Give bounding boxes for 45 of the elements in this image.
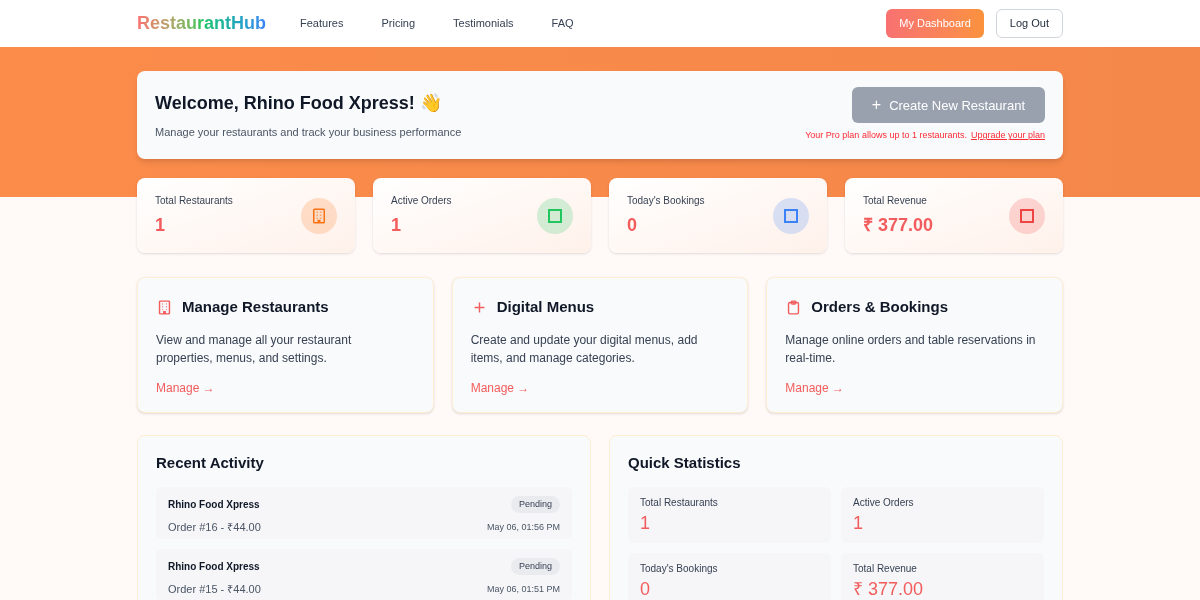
stat-value: ₹ 377.00 bbox=[853, 577, 925, 600]
order-time: May 06, 01:51 PM bbox=[486, 582, 560, 596]
activity-item[interactable]: Rhino Food Xpress Pending Order #15 - ₹44.00 May 06, 01:51 PM bbox=[156, 548, 572, 600]
upgrade-link[interactable]: Upgrade your plan bbox=[970, 129, 1045, 143]
building-icon bbox=[156, 298, 173, 316]
order-detail: Order #16 - ₹44.00 bbox=[168, 520, 261, 535]
stat-value: 0 bbox=[627, 213, 638, 237]
stat-value: 1 bbox=[391, 213, 402, 237]
restaurant-name: Rhino Food Xpress bbox=[168, 559, 260, 574]
stat-value: 1 bbox=[640, 511, 651, 535]
stat-label: Active Orders bbox=[391, 193, 452, 208]
nav-link[interactable]: Features bbox=[300, 15, 344, 32]
feature-description: View and manage all your restaurant properties, menus, and settings. bbox=[156, 331, 353, 367]
nav-link[interactable]: FAQ bbox=[551, 15, 574, 32]
stat-label: Total Restaurants bbox=[155, 193, 233, 208]
stat-label: Today's Bookings bbox=[627, 193, 705, 208]
order-detail: Order #15 - ₹44.00 bbox=[168, 582, 261, 597]
feature-title: Orders & Bookings bbox=[811, 297, 949, 317]
status-badge: Pending bbox=[510, 495, 560, 513]
stat-label: Total Revenue bbox=[853, 561, 918, 576]
stat-label: Today's Bookings bbox=[640, 561, 719, 576]
plus-icon: + bbox=[871, 97, 882, 114]
restaurant-name: Rhino Food Xpress bbox=[168, 497, 260, 512]
status-badge: Pending bbox=[510, 557, 560, 575]
activity-item[interactable]: Rhino Food Xpress Pending Order #16 - ₹44.00 May 06, 01:56 PM bbox=[156, 486, 572, 539]
panel-title: Quick Statistics bbox=[628, 453, 742, 473]
stat-value: 1 bbox=[853, 511, 864, 535]
feature-description: Create and update your digital menus, add items, and manage categories. bbox=[470, 331, 699, 367]
log-out-button[interactable]: Log Out bbox=[995, 9, 1063, 38]
stat-value: 0 bbox=[640, 577, 651, 600]
feature-description: Manage online orders and table reservations in real-time. bbox=[785, 331, 1037, 367]
order-time: May 06, 01:56 PM bbox=[486, 520, 560, 534]
nav-link[interactable]: Testimonials bbox=[453, 15, 514, 32]
nav-link[interactable]: Pricing bbox=[381, 15, 416, 32]
welcome-title: Welcome, Rhino Food Xpress! 👋 bbox=[155, 91, 443, 115]
stat-value: 1 bbox=[155, 213, 166, 237]
panel-title: Recent Activity bbox=[156, 453, 265, 473]
feature-title: Manage Restaurants bbox=[182, 297, 329, 317]
stat-label: Active Orders bbox=[853, 495, 915, 510]
welcome-subtitle: Manage your restaurants and track your business performance bbox=[155, 124, 462, 140]
plan-note: Your Pro plan allows up to 1 restaurants. bbox=[805, 129, 967, 143]
stat-value: ₹ 377.00 bbox=[863, 213, 934, 237]
feature-title: Digital Menus bbox=[496, 297, 595, 317]
stat-label: Total Revenue bbox=[863, 193, 928, 208]
stat-label: Total Restaurants bbox=[640, 495, 719, 510]
